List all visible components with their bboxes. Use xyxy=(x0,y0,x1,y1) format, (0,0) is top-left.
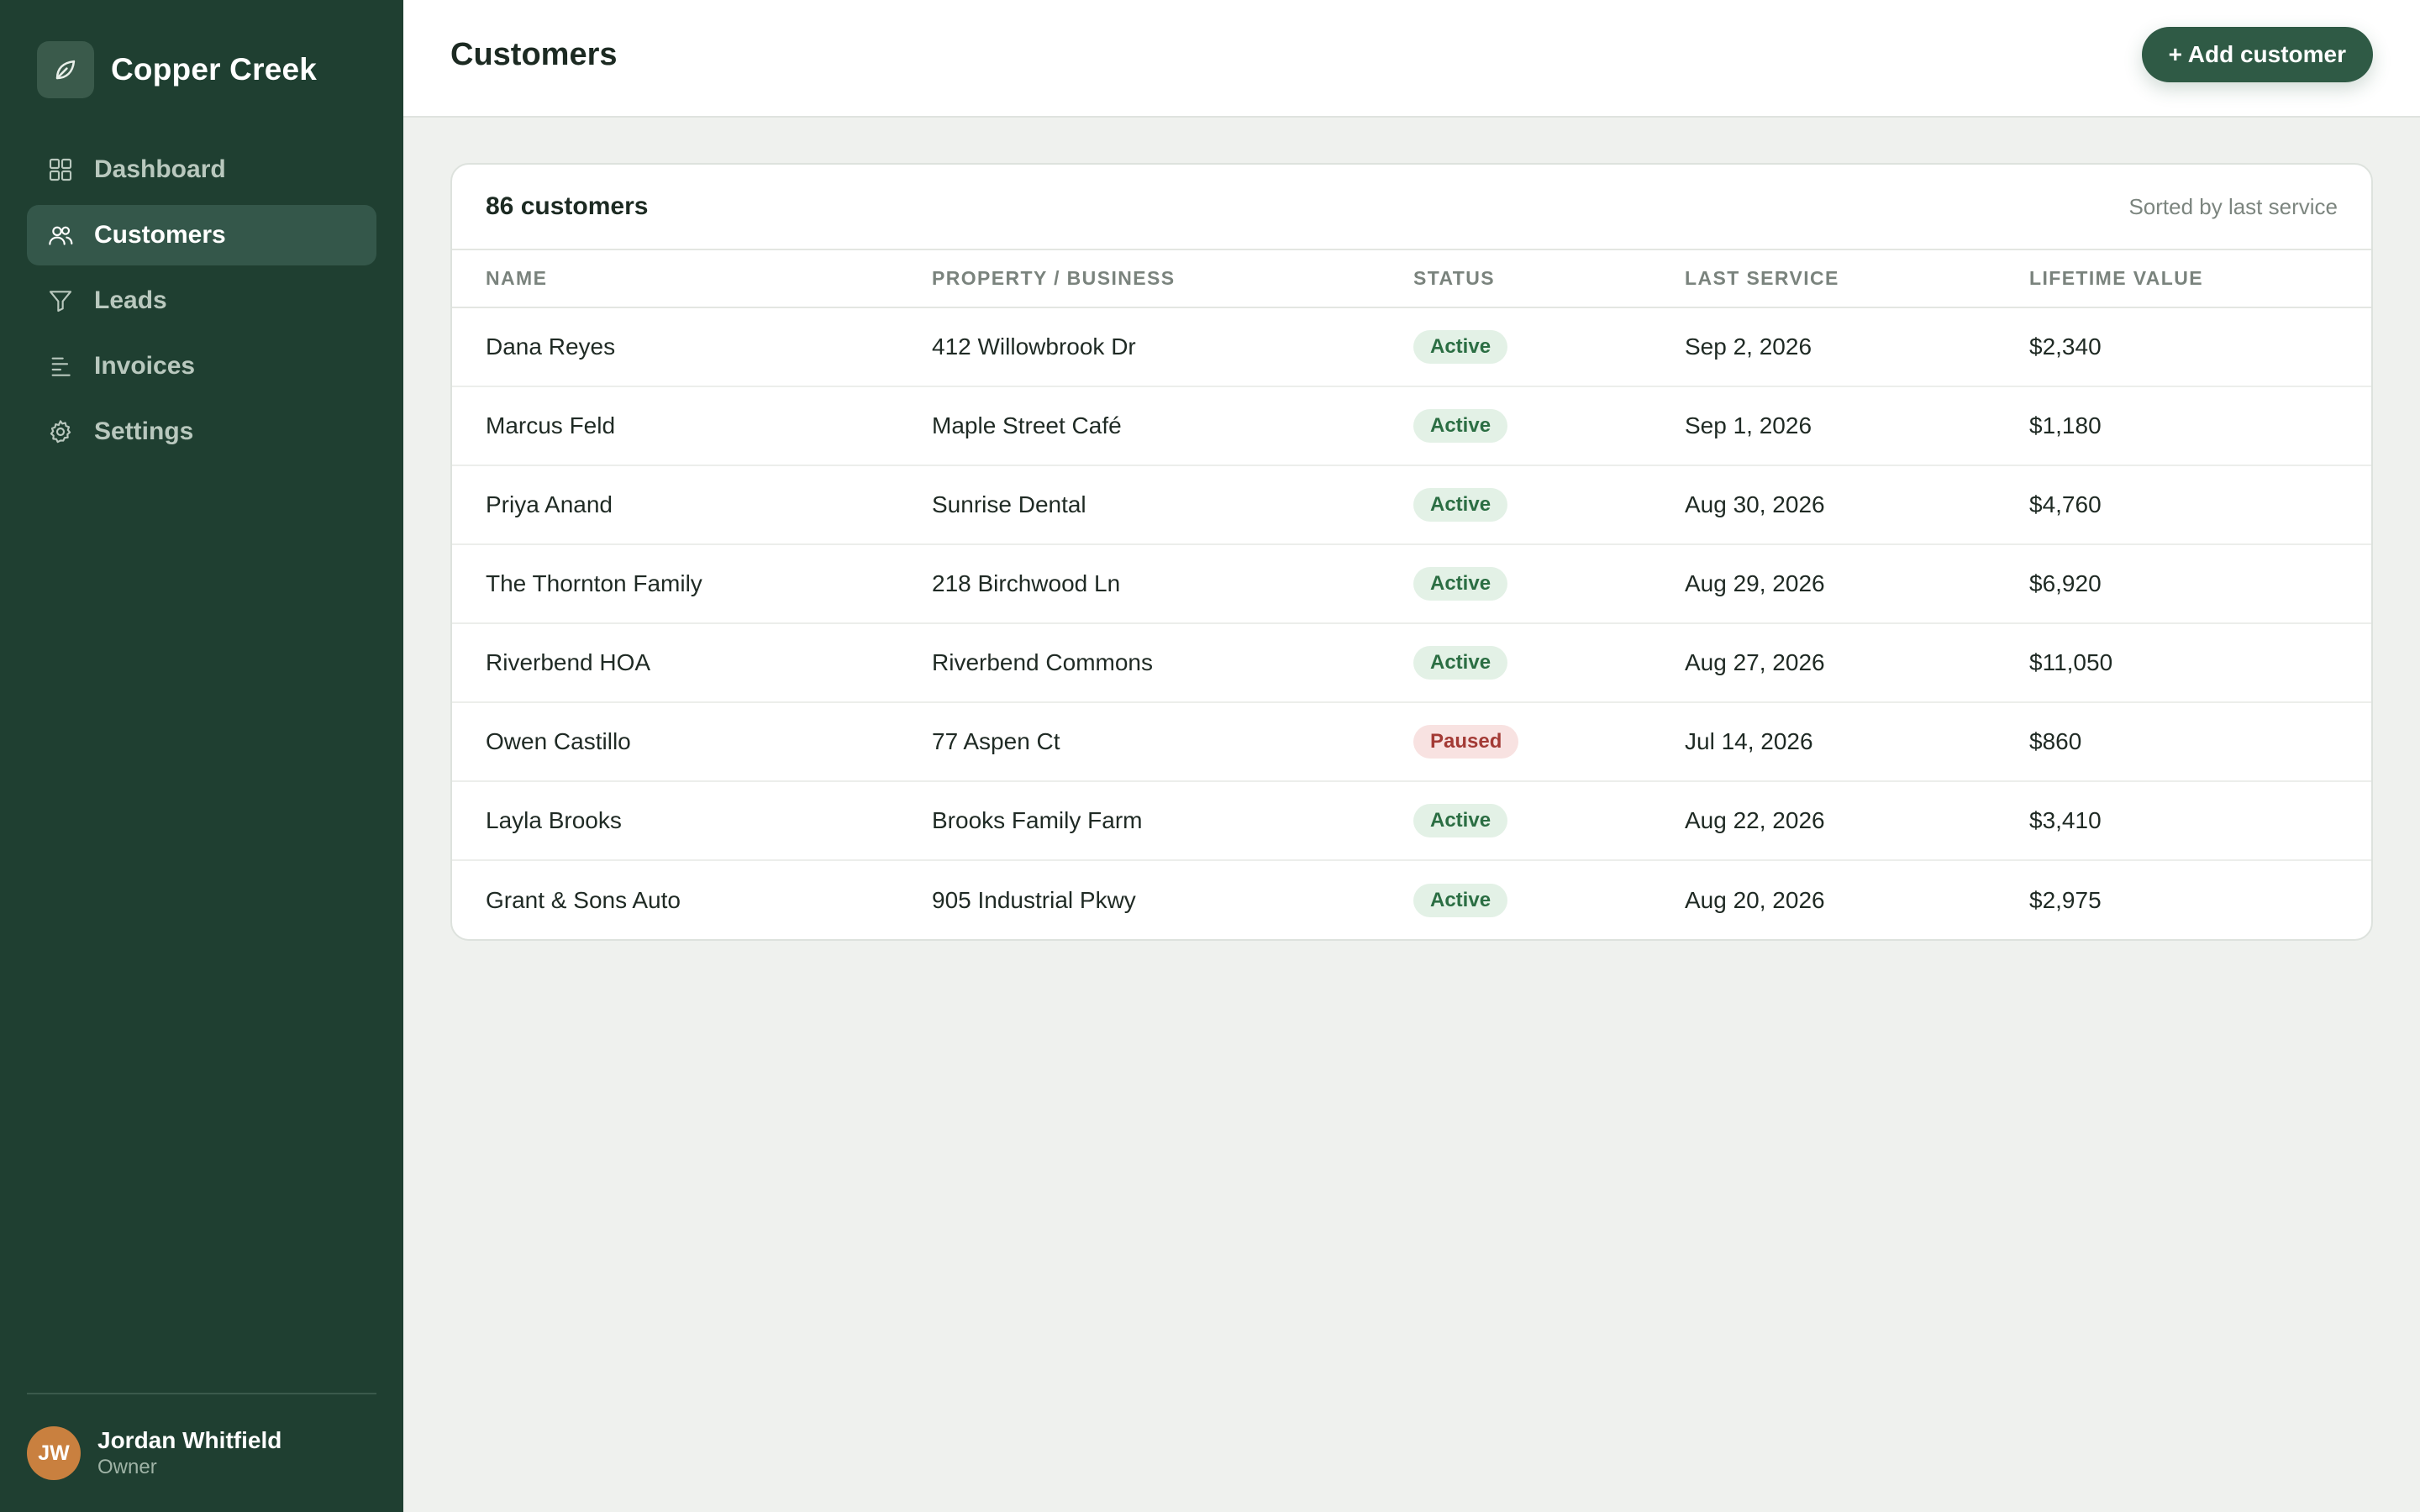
table-row[interactable]: Layla Brooks Brooks Family Farm Active A… xyxy=(452,781,2371,861)
cell-lifetime-value: $860 xyxy=(2029,702,2371,782)
leaf-icon xyxy=(37,41,94,98)
cell-name: Grant & Sons Auto xyxy=(486,886,681,913)
cell-lifetime-value: $1,180 xyxy=(2029,386,2371,466)
column-header-last-service[interactable]: LAST SERVICE xyxy=(1685,250,2029,308)
card-header: 86 customers Sorted by last service xyxy=(452,165,2371,250)
customer-count: 86 customers xyxy=(486,192,649,220)
user-role: Owner xyxy=(97,1456,157,1478)
cell-status: Active xyxy=(1413,860,1685,939)
cell-lifetime-value: $4,760 xyxy=(2029,465,2371,545)
sidebar-item-customers[interactable]: Customers xyxy=(27,205,376,265)
cell-name: Priya Anand xyxy=(452,465,932,545)
sidebar-item-settings[interactable]: Settings xyxy=(27,402,376,462)
funnel-icon xyxy=(47,287,74,314)
status-badge: Active xyxy=(1413,488,1508,522)
cell-property: Brooks Family Farm xyxy=(932,781,1413,861)
cell-name: The Thornton Family xyxy=(452,544,932,624)
add-customer-button[interactable]: + Add customer xyxy=(2141,27,2373,82)
sidebar-item-dashboard[interactable]: Dashboard xyxy=(27,139,376,200)
sidebar-item-label: Dashboard xyxy=(94,155,226,183)
avatar: JW xyxy=(27,1426,81,1480)
sidebar-item-leads[interactable]: Leads xyxy=(27,270,376,331)
sidebar-nav: Dashboard Customers Leads Invoices Setti… xyxy=(27,139,376,462)
cell-status: Paused xyxy=(1413,702,1685,782)
table-row[interactable]: Priya Anand Sunrise Dental Active Aug 30… xyxy=(452,465,2371,545)
page-title: Customers xyxy=(450,36,618,72)
cell-last-service: Aug 30, 2026 xyxy=(1685,465,2029,545)
cell-last-service: Aug 22, 2026 xyxy=(1685,781,2029,861)
cell-property: 77 Aspen Ct xyxy=(932,702,1413,782)
status-badge: Active xyxy=(1413,646,1508,680)
table-row[interactable]: The Thornton Family 218 Birchwood Ln Act… xyxy=(452,544,2371,624)
cell-name: Riverbend HOA xyxy=(452,623,932,703)
customers-card: 86 customers Sorted by last service NAME… xyxy=(450,163,2373,941)
cell-property: Sunrise Dental xyxy=(932,465,1413,545)
main: Customers + Add customer 86 customers So… xyxy=(403,0,2420,1512)
table-row[interactable]: Marcus Feld Maple Street Café Active Sep… xyxy=(452,386,2371,466)
cell-property: Riverbend Commons xyxy=(932,623,1413,703)
cell-name: Dana Reyes xyxy=(452,307,932,387)
brand[interactable]: Copper Creek xyxy=(27,37,376,102)
gear-icon xyxy=(47,418,74,445)
cell-last-service: Aug 29, 2026 xyxy=(1685,544,2029,624)
cell-lifetime-value: $6,920 xyxy=(2029,544,2371,624)
cell-name: Marcus Feld xyxy=(452,386,932,466)
cell-lifetime-value: $2,975 xyxy=(2029,886,2102,913)
cell-lifetime-value: $2,340 xyxy=(2029,307,2371,387)
cell-status: Active xyxy=(1413,465,1685,545)
cell-lifetime-value: $11,050 xyxy=(2029,623,2371,703)
status-badge: Active xyxy=(1413,330,1508,364)
brand-name: Copper Creek xyxy=(111,52,318,87)
sidebar-item-invoices[interactable]: Invoices xyxy=(27,336,376,396)
status-badge: Active xyxy=(1413,883,1508,917)
column-header-lifetime-value[interactable]: LIFETIME VALUE xyxy=(2029,250,2371,308)
table-header-row: NAME PROPERTY / BUSINESS STATUS LAST SER… xyxy=(452,250,2371,308)
user-meta: Jordan Whitfield Owner xyxy=(97,1427,281,1479)
cell-property: 905 Industrial Pkwy xyxy=(932,886,1136,913)
cell-last-service: Sep 2, 2026 xyxy=(1685,307,2029,387)
grid-icon xyxy=(47,156,74,183)
column-header-property[interactable]: PROPERTY / BUSINESS xyxy=(932,250,1413,308)
cell-status: Active xyxy=(1413,781,1685,861)
cell-property: Maple Street Café xyxy=(932,386,1413,466)
column-header-name[interactable]: NAME xyxy=(452,250,932,308)
user-name: Jordan Whitfield xyxy=(97,1427,282,1453)
cell-last-service: Sep 1, 2026 xyxy=(1685,386,2029,466)
cell-lifetime-value: $3,410 xyxy=(2029,781,2371,861)
status-badge: Active xyxy=(1413,567,1508,601)
cell-status: Active xyxy=(1413,307,1685,387)
content: 86 customers Sorted by last service NAME… xyxy=(403,118,2420,941)
lines-icon xyxy=(47,353,74,380)
cell-name: Owen Castillo xyxy=(452,702,932,782)
table-row[interactable]: Grant & Sons Auto 905 Industrial Pkwy Ac… xyxy=(452,860,2371,939)
sort-label[interactable]: Sorted by last service xyxy=(2128,194,2338,220)
customers-table: NAME PROPERTY / BUSINESS STATUS LAST SER… xyxy=(452,250,2371,939)
status-badge: Active xyxy=(1413,409,1508,443)
sidebar-item-label: Settings xyxy=(94,417,194,445)
cell-status: Active xyxy=(1413,623,1685,703)
table-row[interactable]: Riverbend HOA Riverbend Commons Active A… xyxy=(452,623,2371,703)
sidebar-item-label: Invoices xyxy=(94,352,196,380)
user-profile[interactable]: JW Jordan Whitfield Owner xyxy=(27,1393,376,1512)
topbar: Customers + Add customer xyxy=(403,0,2420,118)
status-badge: Paused xyxy=(1413,725,1519,759)
table-row[interactable]: Dana Reyes 412 Willowbrook Dr Active Sep… xyxy=(452,307,2371,387)
sidebar-item-label: Leads xyxy=(94,286,167,314)
cell-last-service: Aug 27, 2026 xyxy=(1685,623,2029,703)
sidebar: Copper Creek Dashboard Customers Leads I… xyxy=(0,0,403,1512)
cell-name: Layla Brooks xyxy=(452,781,932,861)
cell-status: Active xyxy=(1413,386,1685,466)
status-badge: Active xyxy=(1413,804,1508,837)
sidebar-item-label: Customers xyxy=(94,221,226,249)
cell-status: Active xyxy=(1413,544,1685,624)
users-icon xyxy=(47,222,74,249)
table-row[interactable]: Owen Castillo 77 Aspen Ct Paused Jul 14,… xyxy=(452,702,2371,782)
cell-last-service: Jul 14, 2026 xyxy=(1685,702,2029,782)
column-header-status[interactable]: STATUS xyxy=(1413,250,1685,308)
cell-property: 412 Willowbrook Dr xyxy=(932,307,1413,387)
cell-property: 218 Birchwood Ln xyxy=(932,544,1413,624)
cell-last-service: Aug 20, 2026 xyxy=(1685,886,1825,913)
